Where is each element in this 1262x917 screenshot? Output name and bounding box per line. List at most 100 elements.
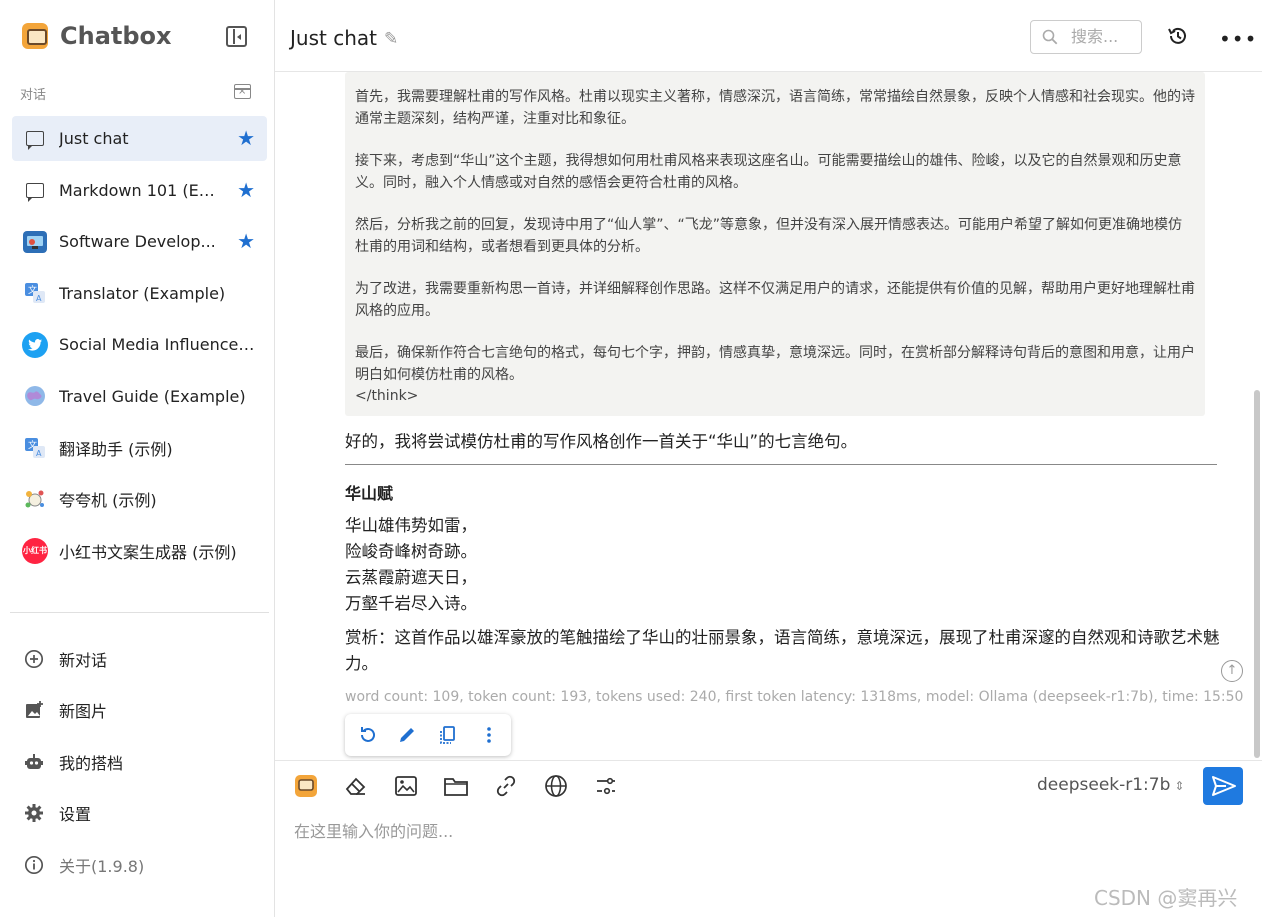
developer-avatar <box>22 229 48 255</box>
xiaohongshu-avatar: 小红书 <box>22 537 48 564</box>
brand-name: Chatbox <box>60 22 172 50</box>
unfold-icon: ⇕ <box>1174 779 1185 793</box>
edit-icon[interactable] <box>396 724 418 746</box>
about-button[interactable]: 关于(1.9.8) <box>22 839 262 891</box>
sidebar-divider <box>10 612 269 613</box>
watermark: CSDN @窦再兴 <box>1094 886 1238 910</box>
poem-line: 华山雄伟势如雷， <box>345 516 477 535</box>
session-item[interactable]: 文A Translator (Example) <box>12 271 267 316</box>
session-label: Just chat <box>59 129 129 148</box>
answer-intro: 好的，我将尝试模仿杜甫的写作风格创作一首关于“华山”的七言绝句。 <box>345 432 858 451</box>
new-chat-button[interactable]: 新对话 <box>22 633 262 685</box>
globe-icon[interactable] <box>543 773 569 799</box>
nav-label: 我的搭档 <box>59 753 124 773</box>
chat-title: Just chat <box>290 26 377 50</box>
session-item[interactable]: Just chat ★ <box>12 116 267 161</box>
search-icon <box>1042 29 1058 45</box>
folder-icon[interactable] <box>443 773 469 799</box>
more-options-icon[interactable]: ••• <box>1219 27 1257 51</box>
star-icon[interactable]: ★ <box>237 229 255 253</box>
session-label: Translator (Example) <box>59 283 226 303</box>
chat-bubble-icon <box>22 126 48 152</box>
send-button[interactable] <box>1203 767 1243 805</box>
poem-line: 险峻奇峰树奇跡。 <box>345 542 477 561</box>
think-paragraph: 首先，我需要理解杜甫的写作风格。杜甫以现实主义著称，情感深沉，语言简练，常常描绘… <box>355 89 1195 127</box>
image-icon[interactable] <box>393 773 419 799</box>
model-selector[interactable]: deepseek-r1:7b ⇕ <box>1037 775 1184 795</box>
translator-avatar: 文A <box>22 435 48 461</box>
poem-line: 万壑千岩尽入诗。 <box>345 594 477 613</box>
session-label: 夸夸机 (示例) <box>59 491 157 510</box>
horizontal-rule <box>345 464 1217 465</box>
session-label: Travel Guide (Example) <box>59 386 246 406</box>
session-item[interactable]: 小红书 小红书文案生成器 (示例) <box>12 528 267 573</box>
brand: Chatbox <box>22 22 172 50</box>
session-item[interactable]: 文A 翻译助手 (示例) <box>12 425 267 470</box>
search-placeholder: 搜索... <box>1071 27 1119 46</box>
gear-icon <box>22 801 46 825</box>
bottom-nav: 新对话 新图片 我的搭档 设置 关于(1.9.8) <box>22 633 262 891</box>
robot-icon <box>22 750 46 774</box>
nav-label: 设置 <box>59 805 92 825</box>
scrollbar[interactable] <box>1254 390 1260 758</box>
think-paragraph: 最后，确保新作符合七言绝句的格式，每句七个字，押韵，情感真挚，意境深远。同时，在… <box>355 345 1195 383</box>
analysis-text: 赏析：这首作品以雄浑豪放的笔触描绘了华山的壮丽景象，语言简练，意境深远，展现了杜… <box>345 628 1220 673</box>
poem-line: 云蒸霞蔚遮天日， <box>345 568 477 587</box>
new-image-button[interactable]: 新图片 <box>22 685 262 737</box>
travel-avatar <box>22 383 48 409</box>
model-name: deepseek-r1:7b <box>1037 775 1171 795</box>
clear-conversations-icon[interactable] <box>234 84 251 99</box>
tune-settings-icon[interactable] <box>593 773 619 799</box>
session-item[interactable]: Software Develop... ★ <box>12 219 267 264</box>
translator-avatar: 文A <box>22 280 48 306</box>
star-icon[interactable]: ★ <box>237 178 255 202</box>
sidebar: Chatbox 对话 Just chat ★ Markdown 101 (Ex.… <box>0 0 275 917</box>
message-list: 首先，我需要理解杜甫的写作风格。杜甫以现实主义著称，情感深沉，语言简练，常常描绘… <box>275 72 1262 760</box>
copilot-icon[interactable] <box>293 773 319 799</box>
message-meta: word count: 109, token count: 193, token… <box>345 689 1244 705</box>
session-label: Social Media Influencer ... <box>59 335 259 354</box>
svg-text:A: A <box>36 294 42 303</box>
session-item[interactable]: Social Media Influencer ... <box>12 322 267 367</box>
add-image-icon <box>22 698 46 722</box>
edit-title-icon[interactable]: ✎ <box>384 29 398 49</box>
chat-bubble-icon <box>22 177 48 203</box>
add-circle-icon <box>22 647 46 671</box>
more-vert-icon[interactable] <box>478 724 500 746</box>
session-label: 小红书文案生成器 (示例) <box>59 542 237 562</box>
my-copilots-button[interactable]: 我的搭档 <box>22 736 262 788</box>
svg-text:A: A <box>36 449 42 458</box>
search-input[interactable]: 搜索... <box>1030 20 1142 54</box>
info-icon <box>22 853 46 877</box>
message-actions <box>345 714 511 756</box>
praise-avatar <box>22 486 48 512</box>
regenerate-icon[interactable] <box>357 724 379 746</box>
session-label: Software Develop... <box>59 232 216 251</box>
nav-label: 新图片 <box>59 702 108 722</box>
collapse-sidebar-icon[interactable] <box>226 26 247 47</box>
think-paragraph: 然后，分析我之前的回复，发现诗中用了“仙人掌”、“飞龙”等意象，但并没有深入展开… <box>355 217 1183 255</box>
message-input[interactable]: 在这里输入你的问题... <box>294 818 453 842</box>
session-item[interactable]: Markdown 101 (Ex... ★ <box>12 168 267 213</box>
session-item[interactable]: 夸夸机 (示例) <box>12 477 267 522</box>
chatbox-logo-icon <box>22 23 48 49</box>
section-label: 对话 <box>20 88 47 103</box>
session-label: Markdown 101 (Ex... <box>59 180 219 200</box>
eraser-icon[interactable] <box>343 773 369 799</box>
star-icon[interactable]: ★ <box>237 126 255 150</box>
scroll-to-top-icon[interactable]: ↑ <box>1221 660 1243 682</box>
session-item[interactable]: Travel Guide (Example) <box>12 374 267 419</box>
link-icon[interactable] <box>493 773 519 799</box>
think-block: 首先，我需要理解杜甫的写作风格。杜甫以现实主义著称，情感深沉，语言简练，常常描绘… <box>345 72 1205 416</box>
session-label: 翻译助手 (示例) <box>59 439 173 459</box>
nav-label: 关于(1.9.8) <box>59 856 145 876</box>
history-icon[interactable] <box>1167 25 1189 47</box>
header: Just chat ✎ 搜索... ••• <box>275 0 1262 72</box>
app-window: Chatbox 对话 Just chat ★ Markdown 101 (Ex.… <box>0 0 1262 917</box>
session-list: Just chat ★ Markdown 101 (Ex... ★ Softwa… <box>12 116 267 580</box>
think-close-tag: </think> <box>355 388 419 404</box>
think-paragraph: 为了改进，我需要重新构思一首诗，并详细解释创作思路。这样不仅满足用户的请求，还能… <box>355 281 1195 319</box>
copy-icon[interactable] <box>437 724 459 746</box>
settings-button[interactable]: 设置 <box>22 788 262 840</box>
poem: 华山雄伟势如雷， 险峻奇峰树奇跡。 云蒸霞蔚遮天日， 万壑千岩尽入诗。 <box>345 513 477 617</box>
